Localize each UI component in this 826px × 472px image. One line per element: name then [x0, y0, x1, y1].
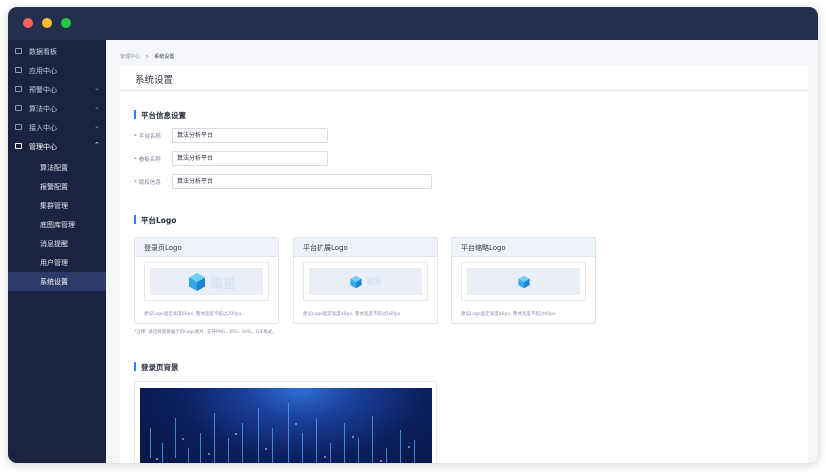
breadcrumb-separator: >	[145, 54, 150, 60]
chevron-down-icon: ⌄	[94, 103, 100, 111]
field-label-copyright: * 版权信息	[134, 180, 161, 186]
sidebar-item-label: 接入中心	[29, 124, 57, 132]
sidebar-item-app-center[interactable]: 应用中心	[8, 61, 106, 80]
logo-preview[interactable]: 磁星	[144, 262, 269, 301]
app-window: 数据看板 应用中心 预警中心 ⌄ 算法中心 ⌄ 接入中心 ⌄ 管理中心 ⌃ 算法…	[8, 7, 818, 463]
sidebar-subitem-message-reminder[interactable]: 消息提醒	[8, 234, 106, 253]
sidebar-item-label: 预警中心	[29, 86, 57, 94]
section-title-login-background: 登录页背景	[134, 362, 179, 373]
logo-wordmark: 磁星	[210, 277, 237, 292]
logo-preview-area	[467, 268, 580, 295]
sidebar-subitem-system-settings[interactable]: 系统设置	[8, 272, 106, 291]
dashboard-name-input[interactable]: 算法分析平台	[172, 151, 328, 166]
chevron-down-icon: ⌄	[94, 122, 100, 130]
sidebar-subitem-label: 系统设置	[40, 278, 68, 286]
logo-wordmark: 磁星	[366, 277, 382, 286]
login-background-preview[interactable]	[134, 381, 437, 463]
logo-card-extended[interactable]: 平台扩展Logo 磁星 建议Logo固定高度40px, 整体宽度不超过160px	[293, 237, 438, 324]
sidebar-subitem-label: 底图库管理	[40, 221, 75, 229]
field-label-dashboard-name: * 看板名称	[134, 157, 161, 163]
logo-preview[interactable]	[461, 262, 586, 301]
sidebar-subitem-label: 消息提醒	[40, 240, 68, 248]
sidebar-subitem-label: 报警配置	[40, 183, 68, 191]
close-window-button[interactable]	[23, 18, 33, 28]
dashboard-icon	[15, 48, 22, 54]
breadcrumb: 管理中心 > 系统设置	[120, 53, 174, 60]
sidebar-subitem-algorithm-config[interactable]: 算法配置	[8, 158, 106, 177]
sidebar-subitem-cluster-management[interactable]: 集群管理	[8, 196, 106, 215]
breadcrumb-parent[interactable]: 管理中心	[120, 54, 140, 60]
section-title-platform-logo: 平台Logo	[134, 215, 176, 226]
minimize-window-button[interactable]	[42, 18, 52, 28]
copyright-input[interactable]: 算法分析平台	[172, 174, 432, 189]
page-header: 系统设置	[120, 65, 808, 90]
logo-cube-icon	[189, 273, 205, 291]
sidebar-subitem-basemap-management[interactable]: 底图库管理	[8, 215, 106, 234]
sidebar-item-label: 算法中心	[29, 105, 57, 113]
logo-card-thumbnail[interactable]: 平台缩略Logo 建议Logo固定高度40px, 整体宽度不超过60px	[451, 237, 596, 324]
logo-preview-area: 磁星	[309, 268, 422, 295]
main-content: 管理中心 > 系统设置 系统设置 平台信息设置 * 平台名称 算法分析平台 * 看板名称…	[106, 40, 818, 463]
sidebar-item-access-center[interactable]: 接入中心 ⌄	[8, 118, 106, 137]
background-tech-pattern	[150, 403, 415, 463]
login-background-image	[140, 388, 432, 463]
field-label-platform-name: * 平台名称	[134, 134, 161, 140]
sidebar-item-label: 数据看板	[29, 48, 57, 56]
sidebar: 数据看板 应用中心 预警中心 ⌄ 算法中心 ⌄ 接入中心 ⌄ 管理中心 ⌃ 算法…	[8, 40, 106, 463]
sidebar-subitem-user-management[interactable]: 用户管理	[8, 253, 106, 272]
logo-card-hint: 建议Logo固定高度60px, 整体宽度不超过200px	[144, 312, 242, 317]
algorithm-icon	[15, 105, 22, 111]
alert-icon	[15, 86, 22, 92]
sidebar-item-dashboard[interactable]: 数据看板	[8, 42, 106, 61]
platform-name-input[interactable]: 算法分析平台	[172, 128, 328, 143]
management-icon	[15, 143, 22, 149]
logo-cube-icon	[350, 275, 362, 289]
chevron-up-icon: ⌃	[94, 141, 100, 149]
sidebar-item-label: 应用中心	[29, 67, 57, 75]
logo-preview-area: 磁星	[150, 268, 263, 295]
sidebar-item-algorithm-center[interactable]: 算法中心 ⌄	[8, 99, 106, 118]
sidebar-subitem-label: 集群管理	[40, 202, 68, 210]
logo-card-title: 登录页Logo	[144, 244, 182, 252]
section-title-platform-info: 平台信息设置	[134, 110, 186, 121]
sidebar-subitem-alarm-config[interactable]: 报警配置	[8, 177, 106, 196]
logo-format-note: *注释: 请选择需要展示的Logo图片, 支持PNG、JPG、SVG、GIF格式…	[134, 330, 277, 335]
apps-grid-icon	[15, 67, 22, 73]
sidebar-item-label: 管理中心	[29, 143, 57, 151]
page-title: 系统设置	[135, 75, 174, 86]
logo-card-header: 平台缩略Logo	[452, 238, 595, 257]
sidebar-subitem-label: 算法配置	[40, 164, 68, 172]
logo-card-hint: 建议Logo固定高度40px, 整体宽度不超过60px	[461, 312, 556, 317]
logo-card-header: 平台扩展Logo	[294, 238, 437, 257]
logo-card-title: 平台缩略Logo	[461, 244, 506, 252]
logo-preview[interactable]: 磁星	[303, 262, 428, 301]
title-bar	[8, 7, 818, 40]
breadcrumb-current: 系统设置	[154, 54, 175, 60]
chevron-down-icon: ⌄	[94, 84, 100, 92]
logo-card-hint: 建议Logo固定高度40px, 整体宽度不超过160px	[303, 312, 401, 317]
access-icon	[15, 124, 22, 130]
sidebar-item-alert-center[interactable]: 预警中心 ⌄	[8, 80, 106, 99]
logo-card-header: 登录页Logo	[135, 238, 278, 257]
settings-panel: 平台信息设置 * 平台名称 算法分析平台 * 看板名称 算法分析平台 * 版权信息 算…	[120, 92, 808, 463]
logo-card-login[interactable]: 登录页Logo 磁星 建议Logo固定高度60px, 整体宽度不超过200px	[134, 237, 279, 324]
logo-cube-icon	[518, 275, 530, 289]
maximize-window-button[interactable]	[61, 18, 71, 28]
logo-card-title: 平台扩展Logo	[303, 244, 348, 252]
sidebar-subitem-label: 用户管理	[40, 259, 68, 267]
sidebar-item-management-center[interactable]: 管理中心 ⌃	[8, 137, 106, 156]
